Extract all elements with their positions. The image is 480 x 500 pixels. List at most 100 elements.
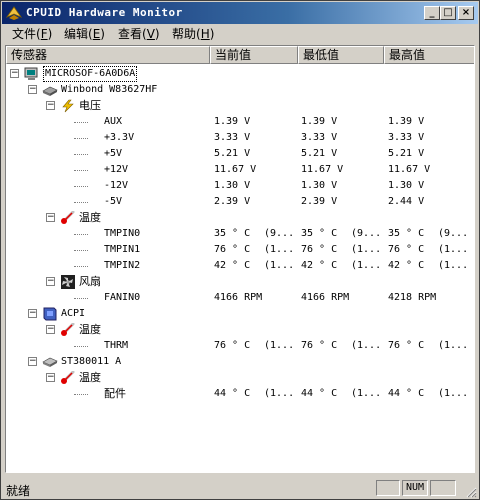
- tree-connector: [74, 202, 88, 203]
- menu-file[interactable]: 文件(F): [8, 26, 56, 43]
- sensor-row[interactable]: AUX 1.39 V 1.39 V 1.39 V: [6, 114, 474, 130]
- maximize-button[interactable]: □: [440, 6, 456, 20]
- column-header-min[interactable]: 最低值: [298, 46, 384, 64]
- min-value-extra: (1...: [351, 260, 382, 271]
- tree-connector: [74, 394, 88, 395]
- max-value: 76 ° C: [388, 244, 425, 255]
- sensor-row[interactable]: TMPIN2 42 ° C (1... 42 ° C (1... 42 ° C (1...: [6, 258, 474, 274]
- menu-edit-label: 编辑: [64, 27, 89, 41]
- hdd-icon: [42, 355, 58, 369]
- sensor-row[interactable]: TMPIN0 35 ° C (9... 35 ° C (9... 35 ° C (9...: [6, 226, 474, 242]
- collapse-toggle-icon[interactable]: −: [28, 309, 37, 318]
- min-value: 76 ° C: [301, 340, 338, 351]
- collapse-toggle-icon[interactable]: −: [10, 69, 19, 78]
- menu-help-key: H: [200, 27, 210, 41]
- sensor-row[interactable]: +3.3V 3.33 V 3.33 V 3.33 V: [6, 130, 474, 146]
- tree-node[interactable]: − ST380011 A: [6, 354, 474, 370]
- current-value: 76 ° C: [214, 340, 251, 351]
- tree-node-label: 温度: [79, 323, 101, 336]
- sensor-name: +3.3V: [104, 132, 135, 143]
- sensor-row[interactable]: -12V 1.30 V 1.30 V 1.30 V: [6, 178, 474, 194]
- current-value-extra: (1...: [264, 340, 295, 351]
- tree-node[interactable]: − 温度: [6, 322, 474, 338]
- min-value: 76 ° C: [301, 244, 338, 255]
- max-value: 11.67 V: [388, 164, 431, 175]
- menu-file-key: F: [40, 27, 48, 41]
- min-value: 35 ° C: [301, 228, 338, 239]
- sensor-row[interactable]: TMPIN1 76 ° C (1... 76 ° C (1... 76 ° C (1...: [6, 242, 474, 258]
- menu-bar: 文件(F) 编辑(E) 查看(V) 帮助(H): [2, 25, 478, 44]
- thermometer-icon: [60, 322, 76, 337]
- menu-help[interactable]: 帮助(H): [168, 26, 218, 43]
- tree-connector: [74, 346, 88, 347]
- sensor-row[interactable]: FANIN0 4166 RPM 4166 RPM 4218 RPM: [6, 290, 474, 306]
- tree-connector: [74, 154, 88, 155]
- current-value: 3.33 V: [214, 132, 251, 143]
- tree-node[interactable]: − 温度: [6, 210, 474, 226]
- column-header-max[interactable]: 最高值: [384, 46, 474, 64]
- tree-node-label: 温度: [79, 371, 101, 384]
- tree-connector: [74, 234, 88, 235]
- acpi-icon: [42, 307, 58, 321]
- tree-node[interactable]: − Winbond W83627HF: [6, 82, 474, 98]
- min-value: 2.39 V: [301, 196, 338, 207]
- max-value: 3.33 V: [388, 132, 425, 143]
- current-value: 44 ° C: [214, 388, 251, 399]
- tree-connector: [74, 186, 88, 187]
- min-value-extra: (1...: [351, 244, 382, 255]
- collapse-toggle-icon[interactable]: −: [46, 373, 55, 382]
- sensor-name: +12V: [104, 164, 129, 175]
- sensor-row[interactable]: THRM 76 ° C (1... 76 ° C (1... 76 ° C (1...: [6, 338, 474, 354]
- window-title: CPUID Hardware Monitor: [26, 6, 183, 19]
- sensor-row[interactable]: +12V 11.67 V 11.67 V 11.67 V: [6, 162, 474, 178]
- computer-icon: [24, 67, 40, 81]
- tree-node[interactable]: − 温度: [6, 370, 474, 386]
- collapse-toggle-icon[interactable]: −: [46, 325, 55, 334]
- max-value-extra: (1...: [438, 340, 469, 351]
- current-value: 2.39 V: [214, 196, 251, 207]
- close-button[interactable]: ×: [458, 6, 474, 20]
- current-value-extra: (1...: [264, 244, 295, 255]
- menu-edit[interactable]: 编辑(E): [60, 26, 109, 43]
- sensor-name: THRM: [104, 340, 129, 351]
- collapse-toggle-icon[interactable]: −: [46, 101, 55, 110]
- tree-connector: [74, 250, 88, 251]
- tree-node[interactable]: − 电压: [6, 98, 474, 114]
- max-value: 35 ° C: [388, 228, 425, 239]
- status-bar: 就绪 NUM: [2, 477, 478, 499]
- sensor-name: TMPIN2: [104, 260, 141, 271]
- tree-node-label: MICROSOF-6A0D6A: [43, 66, 138, 82]
- max-value: 2.44 V: [388, 196, 425, 207]
- tree-node-label: 风扇: [79, 275, 101, 288]
- sensor-tree-list[interactable]: 传感器 当前值 最低值 最高值 − MICROSOF-6A0D6A − Winbond…: [5, 45, 475, 473]
- collapse-toggle-icon[interactable]: −: [46, 277, 55, 286]
- sensor-name: FANIN0: [104, 292, 141, 303]
- tree-node[interactable]: − MICROSOF-6A0D6A: [6, 66, 474, 82]
- current-value-extra: (1...: [264, 260, 295, 271]
- sensor-row[interactable]: 配件 44 ° C (1... 44 ° C (1... 44 ° C (1...: [6, 386, 474, 402]
- current-value: 4166 RPM: [214, 292, 263, 303]
- column-header-sensor[interactable]: 传感器: [6, 46, 210, 64]
- collapse-toggle-icon[interactable]: −: [28, 85, 37, 94]
- sensor-row[interactable]: +5V 5.21 V 5.21 V 5.21 V: [6, 146, 474, 162]
- current-value-extra: (1...: [264, 388, 295, 399]
- min-value: 1.39 V: [301, 116, 338, 127]
- resize-grip-icon[interactable]: [465, 486, 477, 498]
- tree-node-label: 电压: [79, 99, 101, 112]
- sensor-name: TMPIN1: [104, 244, 141, 255]
- current-value: 1.30 V: [214, 180, 251, 191]
- minimize-button[interactable]: _: [424, 6, 440, 20]
- min-value: 11.67 V: [301, 164, 344, 175]
- tree-connector: [74, 266, 88, 267]
- status-text: 就绪: [6, 484, 31, 498]
- sensor-row[interactable]: -5V 2.39 V 2.39 V 2.44 V: [6, 194, 474, 210]
- tree-node[interactable]: − ACPI: [6, 306, 474, 322]
- title-bar[interactable]: CPUID Hardware Monitor _ □ ×: [2, 2, 478, 24]
- max-value: 5.21 V: [388, 148, 425, 159]
- tree-node[interactable]: − 风扇: [6, 274, 474, 290]
- collapse-toggle-icon[interactable]: −: [28, 357, 37, 366]
- app-window: CPUID Hardware Monitor _ □ × 文件(F) 编辑(E)…: [0, 0, 480, 500]
- menu-view[interactable]: 查看(V): [114, 26, 164, 43]
- collapse-toggle-icon[interactable]: −: [46, 213, 55, 222]
- column-header-current[interactable]: 当前值: [210, 46, 298, 64]
